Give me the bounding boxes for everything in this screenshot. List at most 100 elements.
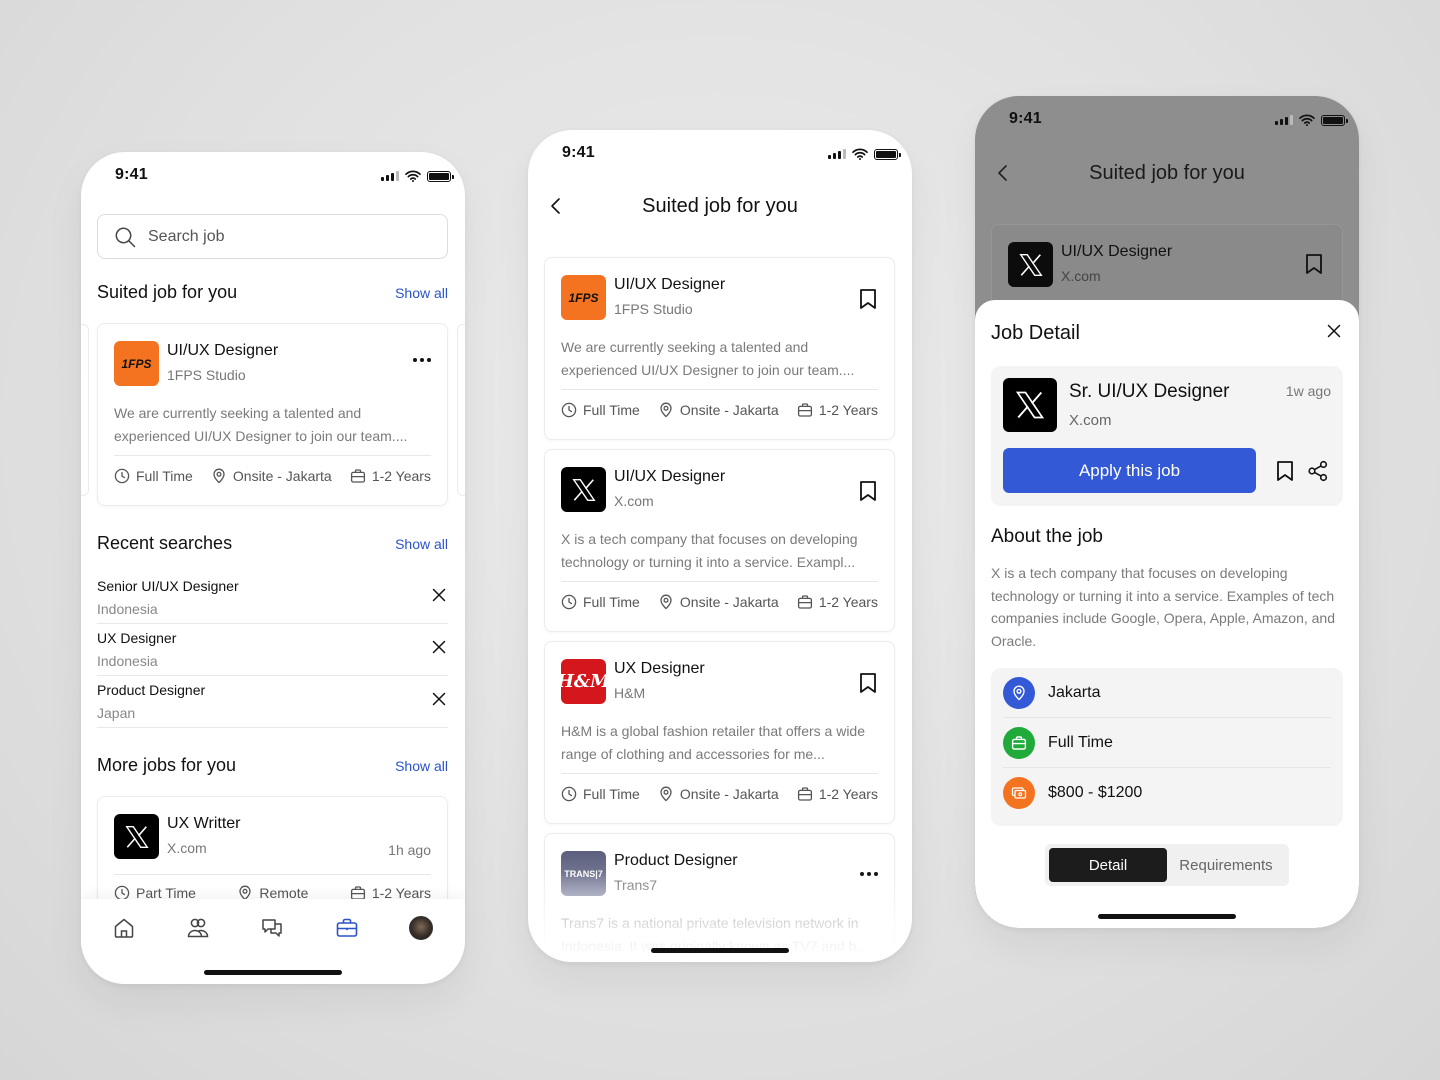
wifi-icon — [405, 170, 421, 182]
company-logo — [114, 814, 159, 859]
job-description: We are currently seeking a talented and … — [114, 405, 408, 444]
remove-search-icon[interactable] — [432, 588, 446, 602]
battery-icon — [427, 170, 454, 182]
status-bar: 9:41 — [975, 96, 1359, 146]
show-all-link[interactable]: Show all — [395, 536, 448, 552]
x-logo-icon — [123, 823, 151, 851]
about-heading: About the job — [991, 526, 1103, 547]
bookmark-icon[interactable] — [1275, 460, 1295, 482]
close-icon[interactable] — [1327, 324, 1341, 338]
signal-icon — [1275, 115, 1293, 125]
status-time: 9:41 — [115, 166, 148, 183]
briefcase-icon — [1003, 726, 1035, 759]
location-pin-icon — [658, 786, 674, 802]
profile-avatar — [409, 916, 433, 940]
bookmark-icon[interactable] — [858, 288, 878, 310]
search-bar[interactable] — [97, 214, 448, 259]
tab-messages[interactable] — [259, 915, 285, 941]
share-icon[interactable] — [1307, 460, 1329, 482]
info-row-location: Jakarta — [1003, 668, 1331, 718]
remove-search-icon[interactable] — [432, 692, 446, 706]
briefcase-icon — [336, 918, 358, 937]
job-title: UI/UX Designer — [614, 468, 726, 485]
location-pin-icon — [211, 468, 227, 484]
recent-search-location: Japan — [97, 705, 136, 721]
home-screen: 9:41 Suited job for you Show all 1FPS UI… — [81, 152, 465, 984]
search-input[interactable] — [148, 227, 408, 246]
bookmark-icon[interactable] — [858, 672, 878, 694]
job-experience: 1-2 Years — [818, 402, 878, 418]
job-title: UI/UX Designer — [1061, 243, 1173, 260]
search-icon — [115, 227, 136, 247]
clock-icon — [561, 402, 577, 418]
status-bar: 9:41 — [81, 152, 465, 202]
briefcase-icon — [797, 786, 813, 802]
job-description: X is a tech company that focuses on deve… — [561, 531, 858, 570]
job-card[interactable]: 1FPS UI/UX Designer 1FPS Studio We are c… — [544, 257, 895, 440]
home-indicator — [1098, 914, 1236, 919]
bottom-tab-bar — [81, 899, 465, 984]
tab-people[interactable] — [185, 915, 211, 941]
status-icons — [1275, 114, 1348, 126]
job-title: UI/UX Designer — [167, 342, 279, 359]
company-name: X.com — [1069, 412, 1112, 429]
company-name: Trans7 — [614, 877, 658, 893]
job-location: Onsite - Jakarta — [232, 468, 332, 484]
prev-card-peek[interactable] — [81, 324, 89, 496]
job-experience: 1-2 Years — [818, 594, 878, 610]
home-indicator — [204, 970, 342, 975]
job-card[interactable]: H&M UX Designer H&M H&M is a global fash… — [544, 641, 895, 824]
tab-detail[interactable]: Detail — [1049, 848, 1167, 882]
sheet-title: Job Detail — [991, 322, 1080, 344]
job-card[interactable]: 1FPS UI/UX Designer 1FPS Studio We are c… — [97, 323, 448, 506]
company-logo: 1FPS — [561, 275, 606, 320]
job-card[interactable]: TRANS|7 Product Designer Trans7 Trans7 i… — [544, 833, 895, 962]
job-title: Sr. UI/UX Designer — [1069, 381, 1230, 402]
company-name: X.com — [614, 493, 654, 509]
tab-profile[interactable] — [408, 915, 434, 941]
tab-jobs[interactable] — [334, 915, 360, 941]
company-name: H&M — [614, 685, 646, 701]
job-location: Onsite - Jakarta — [679, 786, 779, 802]
posted-time: 1w ago — [1285, 383, 1331, 399]
bookmark-icon[interactable] — [858, 480, 878, 502]
battery-icon — [1321, 114, 1348, 126]
company-name: X.com — [1061, 268, 1101, 284]
company-logo: H&M — [557, 659, 610, 704]
job-meta: Full Time Onsite - Jakarta 1-2 Years — [114, 468, 431, 484]
job-card[interactable]: UI/UX Designer X.com X is a tech company… — [544, 449, 895, 632]
detail-tabs: Detail Requirements — [1045, 844, 1289, 886]
tab-home[interactable] — [111, 915, 137, 941]
job-type: Full Time — [583, 402, 640, 418]
next-card-peek[interactable] — [457, 324, 465, 496]
bookmark-icon — [1304, 253, 1324, 275]
about-text: X is a tech company that focuses on deve… — [991, 565, 1335, 649]
posted-time: 1h ago — [388, 842, 431, 858]
divider — [561, 581, 878, 582]
company-logo — [1003, 378, 1057, 432]
home-icon — [114, 918, 134, 938]
remove-search-icon[interactable] — [432, 640, 446, 654]
section-title: Suited job for you — [97, 282, 238, 302]
divider — [561, 389, 878, 390]
more-options-button[interactable] — [860, 872, 878, 876]
recent-search-item[interactable]: Product Designer Japan — [97, 676, 448, 728]
tab-requirements[interactable]: Requirements — [1167, 848, 1285, 882]
company-logo: 1FPS — [114, 341, 159, 386]
show-all-link[interactable]: Show all — [395, 758, 448, 774]
recent-search-title: Senior UI/UX Designer — [97, 578, 239, 594]
info-row-job-type: Full Time — [1003, 718, 1331, 768]
recent-search-item[interactable]: Senior UI/UX Designer Indonesia — [97, 572, 448, 624]
status-bar: 9:41 — [528, 130, 912, 180]
company-logo: TRANS|7 — [561, 851, 606, 896]
more-dots-icon — [413, 358, 431, 362]
job-title: Product Designer — [614, 852, 738, 869]
recent-search-location: Indonesia — [97, 653, 158, 669]
x-logo-icon — [1017, 251, 1045, 279]
recent-search-item[interactable]: UX Designer Indonesia — [97, 624, 448, 676]
signal-icon — [828, 149, 846, 159]
show-all-link[interactable]: Show all — [395, 285, 448, 301]
apply-button[interactable]: Apply this job — [1003, 448, 1256, 493]
x-logo-icon — [570, 476, 598, 504]
more-options-button[interactable] — [413, 358, 431, 362]
